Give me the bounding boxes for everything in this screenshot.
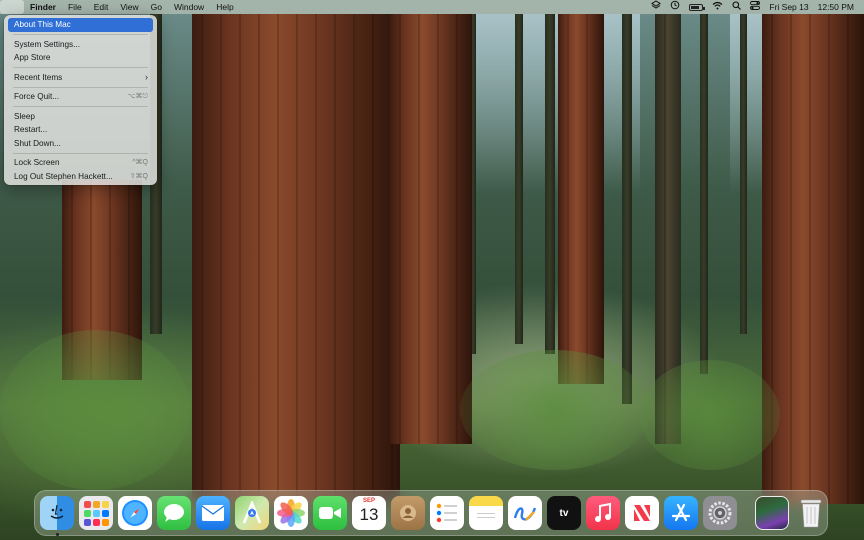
messages-icon[interactable]: [157, 496, 191, 530]
apple-tv-icon[interactable]: tv: [547, 496, 581, 530]
menu-file[interactable]: File: [62, 0, 88, 14]
menu-item-recent-items[interactable]: Recent Items ›: [8, 71, 153, 85]
chevron-right-icon: ›: [145, 71, 148, 82]
notes-icon[interactable]: [469, 496, 503, 530]
running-indicator: [55, 533, 59, 536]
layers-icon[interactable]: [651, 0, 662, 14]
background-tree: [515, 14, 523, 344]
menu-window[interactable]: Window: [168, 0, 210, 14]
apple-tv-label: tv: [559, 507, 569, 519]
menu-separator: [13, 34, 148, 35]
photos-icon[interactable]: [274, 496, 308, 530]
downloads-stack-icon[interactable]: [755, 496, 789, 530]
calendar-day: 13: [359, 505, 379, 524]
menu-view[interactable]: View: [114, 0, 144, 14]
apple-menu-dropdown: About This Mac System Settings... App St…: [4, 15, 157, 185]
menu-bar: Finder File Edit View Go Window Help Fri…: [0, 0, 864, 14]
news-icon[interactable]: [625, 496, 659, 530]
menu-item-restart[interactable]: Restart...: [8, 123, 153, 137]
sky-gap: [470, 14, 640, 194]
background-tree: [622, 14, 632, 404]
search-icon[interactable]: [732, 0, 742, 14]
menu-item-sleep[interactable]: Sleep: [8, 110, 153, 124]
wifi-icon[interactable]: [712, 0, 723, 14]
background-tree: [740, 14, 747, 334]
foliage: [640, 360, 780, 470]
menu-edit[interactable]: Edit: [88, 0, 115, 14]
safari-icon[interactable]: [118, 496, 152, 530]
freeform-icon[interactable]: [508, 496, 542, 530]
background-tree: [545, 14, 555, 354]
menu-separator: [13, 67, 148, 68]
menu-go[interactable]: Go: [145, 0, 168, 14]
shortcut-lock-screen: ^⌘Q: [132, 159, 148, 166]
battery-icon[interactable]: [689, 3, 706, 11]
menu-help[interactable]: Help: [210, 0, 239, 14]
control-center-icon[interactable]: [750, 0, 761, 14]
facetime-icon[interactable]: [313, 496, 347, 530]
redwood-trunk-right: [762, 14, 864, 504]
app-store-icon[interactable]: [664, 496, 698, 530]
mail-icon[interactable]: [196, 496, 230, 530]
menu-item-shut-down[interactable]: Shut Down...: [8, 137, 153, 151]
clock-date[interactable]: Fri Sep 13: [769, 0, 808, 14]
launchpad-icon[interactable]: [79, 496, 113, 530]
redwood-trunk-mid: [558, 14, 604, 384]
menu-separator: [13, 106, 148, 107]
menu-item-system-settings[interactable]: System Settings...: [8, 38, 153, 52]
redwood-trunk-main: [192, 14, 400, 504]
menu-item-lock-screen[interactable]: Lock Screen ^⌘Q: [8, 156, 153, 170]
maps-icon[interactable]: [235, 496, 269, 530]
background-tree: [700, 14, 708, 374]
calendar-month: SEP: [362, 498, 375, 504]
reminders-icon[interactable]: [430, 496, 464, 530]
menu-separator: [13, 152, 148, 154]
menu-item-force-quit[interactable]: Force Quit... ⌥⌘⎋: [8, 90, 153, 104]
apple-menu-icon[interactable]: [0, 0, 24, 14]
system-settings-icon[interactable]: [703, 496, 737, 530]
foliage: [460, 350, 650, 470]
menu-item-app-store[interactable]: App Store: [8, 51, 153, 65]
calendar-icon[interactable]: SEP 13: [352, 496, 386, 530]
shortcut-force-quit: ⌥⌘⎋: [127, 93, 148, 100]
menu-item-log-out[interactable]: Log Out Stephen Hackett... ⇧⌘Q: [8, 170, 153, 184]
music-icon[interactable]: [586, 496, 620, 530]
finder-icon[interactable]: [40, 496, 74, 536]
menu-separator: [13, 86, 148, 88]
menu-finder[interactable]: Finder: [24, 0, 62, 14]
time-machine-icon[interactable]: [670, 0, 680, 14]
dock: SEP 13 tv: [34, 490, 828, 536]
menu-item-about-this-mac[interactable]: About This Mac: [8, 18, 153, 32]
foliage: [0, 330, 190, 490]
clock-time[interactable]: 12:50 PM: [818, 0, 854, 14]
trash-icon[interactable]: [794, 496, 828, 530]
shortcut-log-out: ⇧⌘Q: [129, 172, 148, 180]
redwood-trunk-center: [390, 14, 472, 444]
contacts-icon[interactable]: [391, 496, 425, 530]
